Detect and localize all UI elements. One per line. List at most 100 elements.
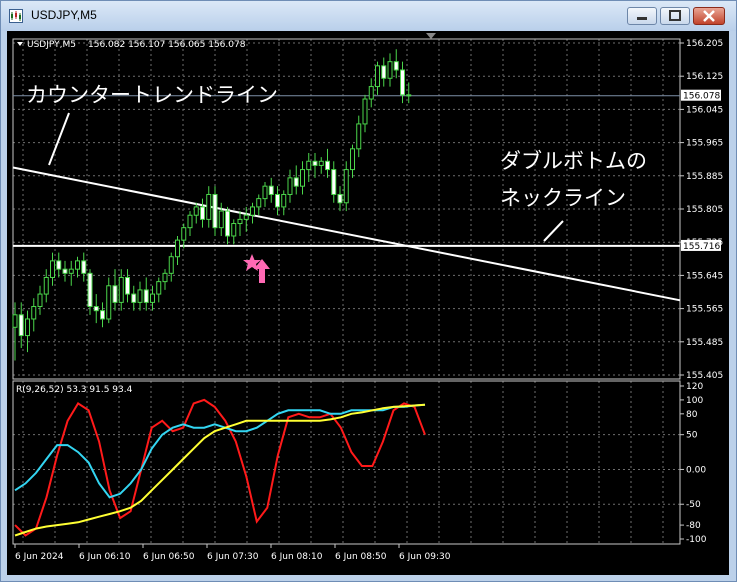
indicator-tick-label: -80	[686, 521, 701, 531]
chart-canvas[interactable]: 156.205 156.125 156.045 155.965 155.885 155.8…	[7, 31, 729, 575]
price-tick-label: 155.485	[686, 338, 723, 348]
candle-bull	[281, 193, 287, 208]
candle-bull	[237, 218, 243, 225]
time-tick-label: 6 Jun 08:50	[335, 552, 387, 562]
candle-bear	[225, 210, 230, 237]
candle-bull	[68, 268, 74, 274]
indicator-label: R(9,26,52) 53.3 91.5 93.4	[16, 385, 133, 395]
candle-bear	[406, 94, 412, 97]
candle-bull	[193, 206, 199, 216]
candle-bull	[37, 293, 43, 308]
candle-bear	[381, 65, 387, 79]
indicator-tick-label: 50	[686, 431, 698, 441]
maximize-icon	[669, 10, 681, 21]
time-tick-label: 6 Jun 07:30	[207, 552, 259, 562]
price-tick-label: 155.805	[686, 205, 723, 215]
candle-bull	[43, 276, 49, 295]
candle-bull	[368, 86, 374, 100]
candle-bear	[331, 169, 337, 195]
candle-bull	[12, 314, 18, 328]
candle-bear	[125, 276, 130, 295]
time-tick-label: 6 Jun 06:50	[143, 552, 195, 562]
candle-bull	[250, 206, 255, 216]
price-tick-label: 155.405	[686, 371, 723, 381]
candle-bull	[137, 289, 143, 303]
price-tick-label: 155.565	[686, 305, 723, 315]
candle-bear	[275, 193, 280, 208]
candle-bull	[387, 61, 393, 79]
candle-bear	[400, 69, 405, 96]
candle-bull	[150, 293, 155, 303]
candle-bear	[87, 272, 93, 308]
candle-bear	[293, 177, 299, 187]
candle-bear	[337, 193, 343, 204]
candle-bull	[356, 123, 362, 150]
candle-bear	[100, 310, 105, 320]
candle-bull	[375, 65, 380, 88]
candle-bull	[318, 160, 324, 166]
candle-bear	[212, 193, 218, 229]
candle-bull	[175, 239, 180, 258]
indicator-series-2	[14, 403, 426, 499]
price-tick-label: 156.045	[686, 105, 723, 115]
candle-bull	[343, 169, 349, 204]
time-tick-label: 6 Jun 06:10	[79, 552, 131, 562]
indicator-tick-label: -50	[686, 500, 701, 510]
candle-bear	[56, 260, 62, 270]
candle-bear	[81, 260, 87, 274]
indicator-panel-border	[12, 380, 681, 545]
time-scale: 6 Jun 2024 6 Jun 06:10 6 Jun 06:50 6 Jun 07…	[14, 544, 451, 562]
candle-bull	[75, 260, 80, 270]
candle-bear	[131, 293, 137, 303]
indicator-grid	[13, 381, 680, 544]
candle-bear	[143, 289, 149, 303]
candle-bear	[268, 185, 274, 195]
candle-bull	[256, 198, 262, 208]
candle-bear	[393, 61, 399, 71]
candle-bull	[50, 260, 55, 278]
candle-bull	[362, 98, 368, 125]
candle-bull	[162, 272, 168, 283]
price-tag-label: 156.078	[683, 92, 720, 102]
chart-frame: 156.205 156.125 156.045 155.965 155.885 155.8…	[7, 31, 729, 575]
candle-bull	[300, 169, 305, 187]
time-tick-label: 6 Jun 2024	[15, 552, 64, 562]
price-tick-label: 156.205	[686, 39, 723, 49]
minimize-button[interactable]	[627, 7, 657, 25]
candle-bear	[62, 268, 68, 274]
time-tick-label: 6 Jun 08:10	[271, 552, 323, 562]
chart-app-icon	[9, 9, 23, 23]
candle-bull	[262, 185, 268, 200]
title-bar[interactable]: USDJPY,M5	[1, 1, 736, 31]
annotation-neckline: ネックライン	[500, 186, 626, 210]
candle-bear	[93, 306, 99, 312]
price-scale: 156.205 156.125 156.045 155.965 155.885 155.8…	[680, 39, 723, 381]
ohlc-label: 156.082 156.107 156.065 156.078	[88, 40, 246, 50]
candle-bull	[25, 318, 30, 337]
price-tick-label: 155.885	[686, 172, 723, 182]
pointer-neckline	[543, 220, 564, 242]
candle-bear	[200, 206, 205, 220]
annotation-counter-trendline: カウンタートレンドライン	[26, 83, 278, 107]
candle-bull	[187, 214, 193, 229]
candle-bear	[112, 285, 118, 303]
minimize-icon	[637, 17, 647, 20]
candle-bull	[206, 193, 212, 220]
maximize-button[interactable]	[660, 7, 690, 25]
indicator-lines	[14, 398, 426, 537]
candle-bull	[31, 306, 37, 320]
indicator-tick-label: 100	[686, 396, 703, 406]
symbol-dropdown-icon[interactable]	[17, 42, 23, 46]
shift-marker-icon[interactable]	[426, 33, 436, 39]
indicator-series-3	[14, 403, 426, 537]
chart-window: USDJPY,M5 156.205 156.125 156.045 155.965 15…	[0, 0, 737, 582]
indicator-tick-label: -100	[686, 535, 707, 545]
candle-bear	[18, 314, 24, 337]
indicator-series-1	[14, 398, 426, 537]
candle-bear	[325, 160, 330, 171]
indicator-tick-label: 80	[686, 410, 698, 420]
close-button[interactable]	[693, 7, 725, 25]
candle-bull	[168, 256, 174, 274]
window-title: USDJPY,M5	[31, 8, 97, 22]
indicator-scale: 120 100 80 50 0.00 -50 -80 -100	[680, 382, 707, 545]
